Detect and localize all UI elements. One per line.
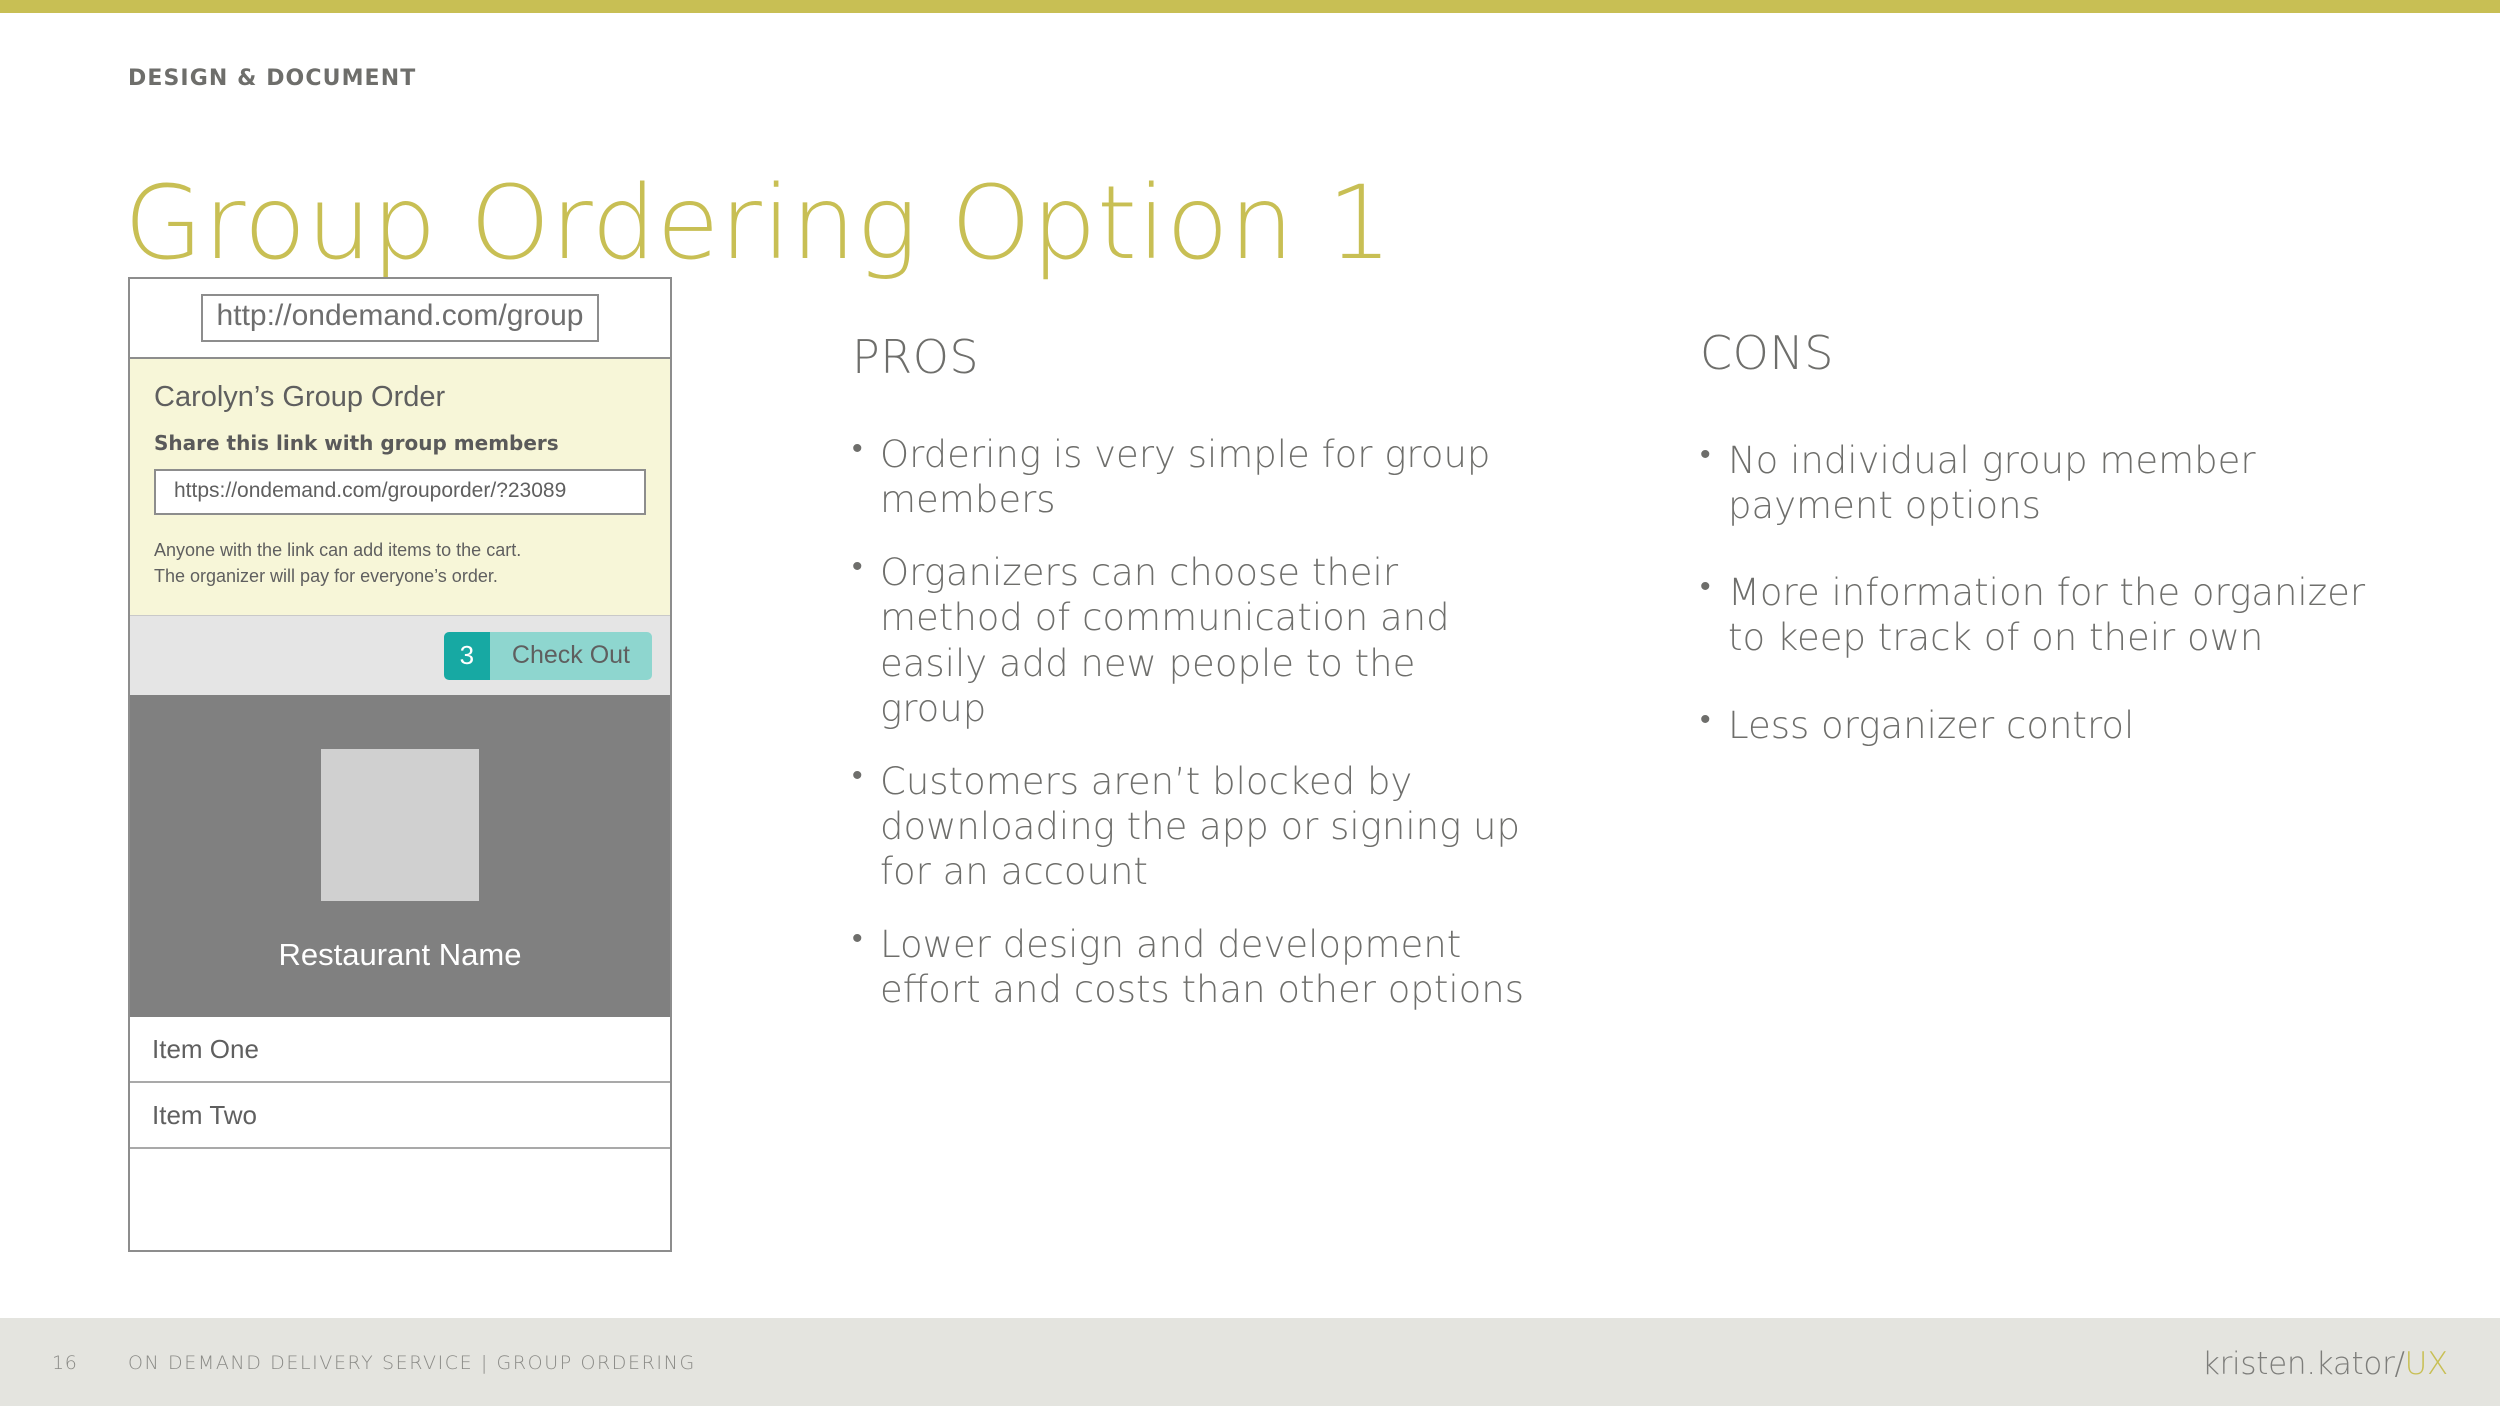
breadcrumb: ON DEMAND DELIVERY SERVICE | GROUP ORDER… [128,1352,696,1374]
slide-footer: 16 ON DEMAND DELIVERY SERVICE | GROUP OR… [0,1318,2500,1406]
slide-kicker: DESIGN & DOCUMENT [128,66,417,91]
cons-item: No individual group member payment optio… [1700,437,2400,528]
cart-bar: 3 Check Out [130,615,670,696]
share-link-label: Share this link with group members [154,431,559,455]
mockup-browser-chrome: http://ondemand.com/group [130,279,670,359]
pros-heading: PROS [852,330,980,384]
share-helper-text: Anyone with the link can add items to th… [154,537,646,589]
logo-accent-text: UX [2404,1346,2449,1382]
pros-item: Ordering is very simple for group member… [852,431,1532,522]
group-order-panel: Carolyn’s Group Order Share this link wi… [130,359,670,616]
cons-item: More information for the organizer to ke… [1700,569,2400,660]
group-order-title: Carolyn’s Group Order [154,381,446,413]
check-out-button[interactable]: 3 Check Out [443,631,652,680]
pros-list: Ordering is very simple for group member… [852,431,1532,1040]
helper-line-1: Anyone with the link can add items to th… [154,540,522,560]
list-item[interactable]: Item One [130,1017,670,1084]
cart-count-badge: 3 [443,631,490,680]
pros-item: Organizers can choose their method of co… [852,549,1532,731]
page-number: 16 [52,1352,78,1374]
cons-item: Less organizer control [1700,701,2400,748]
browser-url-field[interactable]: http://ondemand.com/group [200,294,600,342]
top-accent-bar [0,0,2500,13]
cons-list: No individual group member payment optio… [1700,437,2400,790]
cons-heading: CONS [1700,326,1834,380]
page-title: Group Ordering Option 1 [124,164,1393,284]
restaurant-hero: Restaurant Name [130,695,670,1018]
list-item-partial[interactable] [130,1149,670,1172]
restaurant-image-placeholder [321,749,479,902]
list-item[interactable]: Item Two [130,1083,670,1150]
check-out-label: Check Out [489,631,652,680]
pros-item: Lower design and development effort and … [852,921,1532,1012]
brand-logo: kristen.kator/UX [2202,1346,2448,1382]
helper-line-2: The organizer will pay for everyone’s or… [154,566,498,587]
browser-mockup: http://ondemand.com/group Carolyn’s Grou… [128,277,672,1252]
logo-main-text: kristen.kator/ [2201,1346,2405,1382]
share-link-input[interactable]: https://ondemand.com/grouporder/?23089 [154,469,646,515]
pros-item: Customers aren’t blocked by downloading … [852,758,1532,894]
restaurant-name: Restaurant Name [278,937,522,973]
